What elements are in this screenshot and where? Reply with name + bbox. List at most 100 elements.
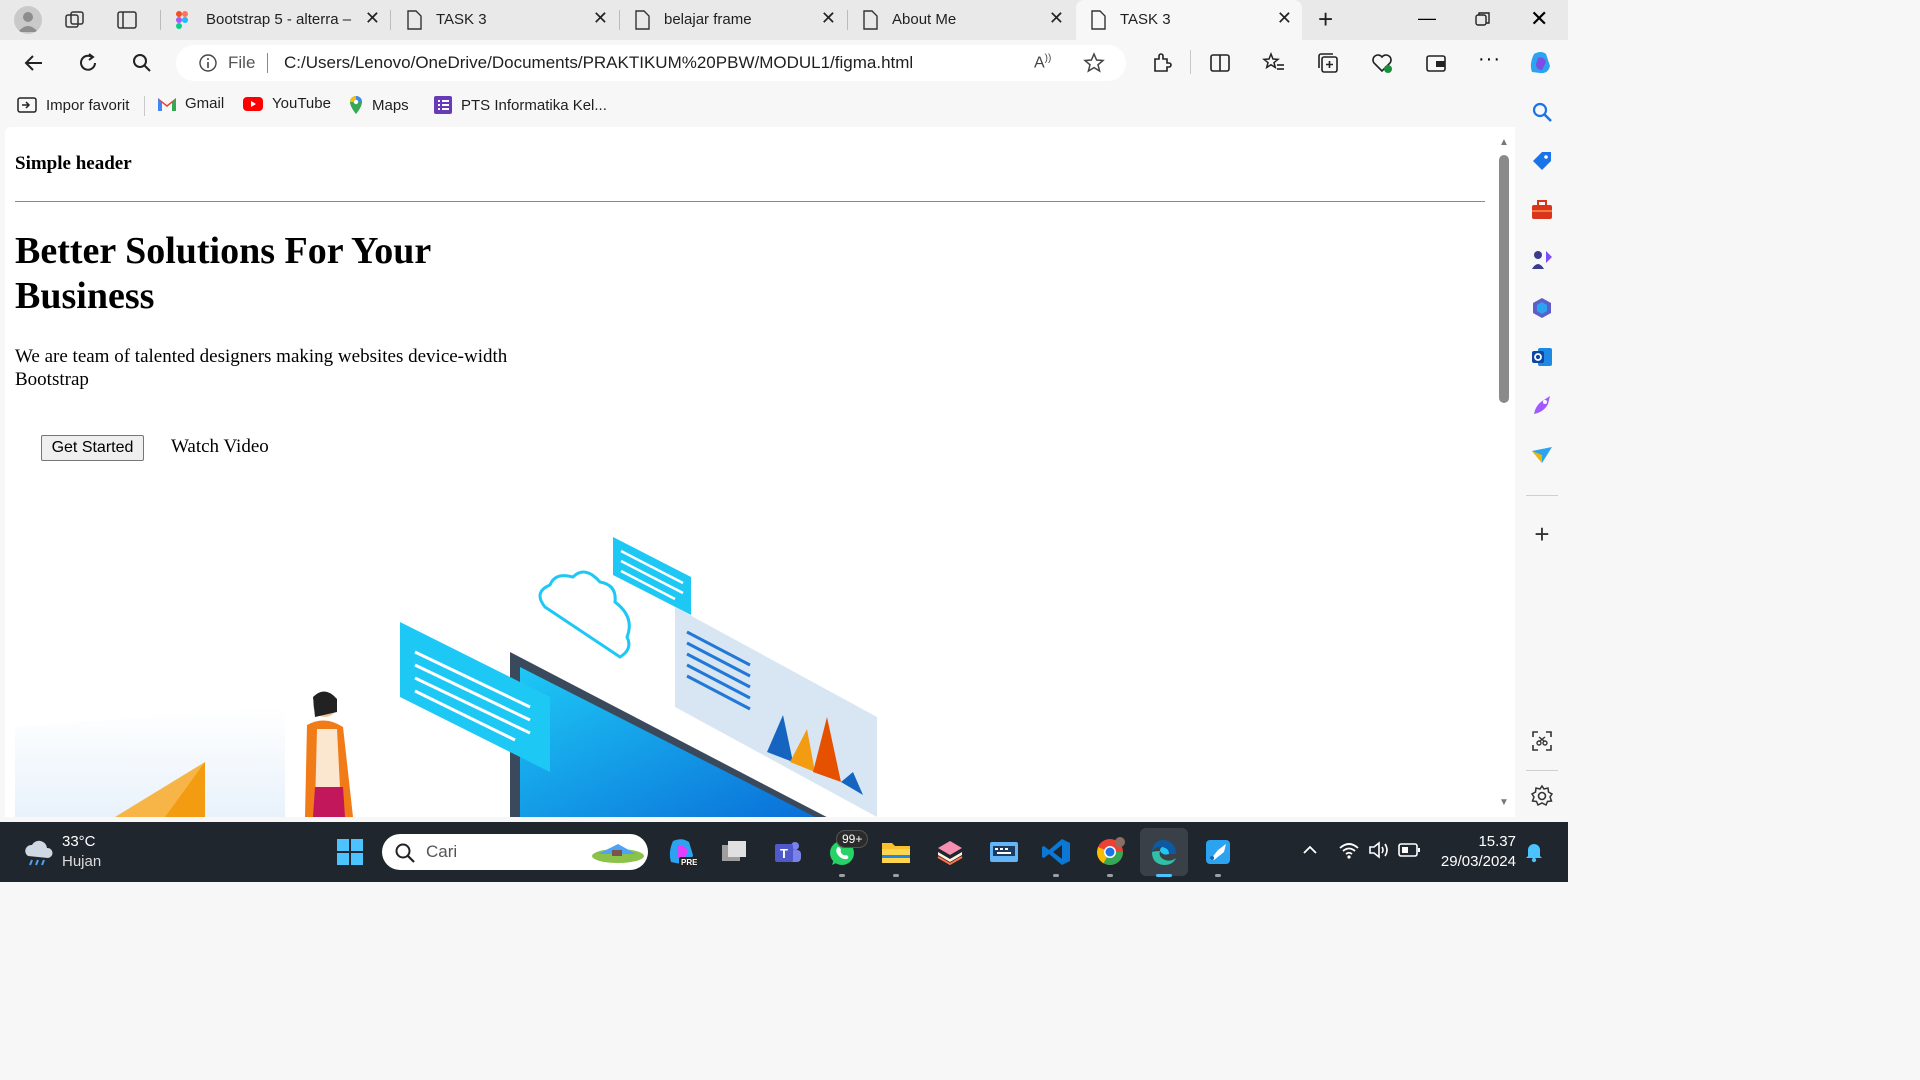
navigation-toolbar: File C:/Users/Lenovo/OneDrive/Documents/…	[0, 40, 1568, 85]
weather-temperature: 33°C	[62, 833, 96, 850]
more-options-icon[interactable]: ···	[1478, 48, 1501, 71]
gmail-icon	[157, 96, 177, 112]
url-text[interactable]: C:/Users/Lenovo/OneDrive/Documents/PRAKT…	[284, 53, 913, 73]
search-icon[interactable]	[130, 51, 154, 75]
show-hidden-icons-chevron-icon[interactable]	[1300, 840, 1320, 860]
file-explorer-icon[interactable]	[876, 832, 916, 872]
edge-icon[interactable]	[1144, 832, 1184, 872]
simple-header-title: Simple header	[15, 153, 132, 174]
keyboard-app-icon[interactable]	[984, 832, 1024, 872]
outlook-icon[interactable]	[1530, 345, 1554, 369]
file-icon	[406, 10, 422, 30]
info-icon[interactable]	[198, 53, 218, 73]
copilot-icon[interactable]	[1526, 48, 1556, 78]
designer-icon[interactable]	[1530, 394, 1554, 418]
favorites-icon[interactable]	[1262, 51, 1286, 75]
file-icon	[1090, 10, 1106, 30]
wallet-icon[interactable]	[1424, 51, 1448, 75]
send-icon[interactable]	[1530, 443, 1554, 467]
close-tab-icon[interactable]: ✕	[1049, 8, 1064, 29]
tab-title: TASK 3	[436, 11, 487, 28]
bookmark-pts-informatika[interactable]: PTS Informatika Kel...	[433, 95, 607, 115]
close-tab-icon[interactable]: ✕	[365, 8, 380, 29]
workspaces-icon[interactable]	[64, 9, 86, 31]
header-divider	[15, 201, 1485, 202]
paint-app-icon[interactable]	[1198, 832, 1238, 872]
sidebar-settings-icon[interactable]	[1530, 784, 1554, 808]
taskbar-search-box[interactable]: Cari	[382, 834, 648, 870]
weather-cloud-rain-icon[interactable]	[22, 838, 54, 866]
scroll-down-icon[interactable]: ▼	[1499, 797, 1509, 808]
tab-title: About Me	[892, 11, 957, 28]
get-started-button[interactable]: Get Started	[41, 435, 144, 461]
battery-icon[interactable]	[1398, 842, 1422, 858]
bookmark-maps[interactable]: Maps	[348, 95, 409, 115]
tab-title: Bootstrap 5 - alterra – F	[206, 11, 352, 28]
notification-bell-icon[interactable]	[1524, 841, 1544, 863]
refresh-icon[interactable]	[76, 51, 100, 75]
close-tab-icon[interactable]: ✕	[821, 8, 836, 29]
svg-text:T: T	[780, 846, 788, 861]
search-highlight-icon	[588, 840, 644, 864]
favorite-star-icon[interactable]	[1082, 51, 1106, 75]
minimize-icon[interactable]: —	[1418, 8, 1436, 29]
clock-time[interactable]: 15.37	[1430, 833, 1516, 850]
restore-icon[interactable]	[1474, 10, 1492, 28]
collections-icon[interactable]	[1316, 51, 1340, 75]
close-window-icon[interactable]: ✕	[1530, 6, 1548, 32]
watch-video-link[interactable]: Watch Video	[171, 436, 269, 458]
windows-taskbar: 33°C Hujan Cari PRE T 99+ 15.37 29/03/20…	[0, 822, 1568, 882]
bookmark-gmail[interactable]: Gmail	[157, 95, 224, 112]
microsoft365-icon[interactable]	[1530, 296, 1554, 320]
page-scrollbar[interactable]: ▲ ▼	[1496, 133, 1512, 813]
stack-app-icon[interactable]	[930, 832, 970, 872]
screenshot-icon[interactable]	[1530, 729, 1554, 753]
search-placeholder: Cari	[426, 842, 458, 861]
start-windows-icon[interactable]	[330, 832, 370, 872]
sidebar-search-icon[interactable]	[1530, 100, 1554, 124]
tab-title: belajar frame	[664, 11, 752, 28]
new-tab-icon[interactable]: +	[1318, 6, 1333, 32]
close-tab-icon[interactable]: ✕	[1277, 8, 1292, 29]
edge-active-indicator	[1156, 874, 1172, 877]
read-aloud-icon[interactable]: A))	[1034, 53, 1051, 72]
address-bar[interactable]: File C:/Users/Lenovo/OneDrive/Documents/…	[176, 45, 1126, 81]
task-view-icon[interactable]	[714, 832, 754, 872]
browser-essentials-icon[interactable]	[1370, 51, 1394, 75]
back-icon[interactable]	[22, 51, 46, 75]
weather-description: Hujan	[62, 853, 102, 870]
edge-sidebar: +	[1516, 86, 1568, 820]
tools-briefcase-icon[interactable]	[1530, 198, 1554, 222]
profile-avatar-icon[interactable]	[14, 6, 42, 34]
vscode-icon[interactable]	[1036, 832, 1076, 872]
split-screen-icon[interactable]	[1208, 51, 1232, 75]
volume-icon[interactable]	[1368, 840, 1390, 860]
close-tab-icon[interactable]: ✕	[593, 8, 608, 29]
scroll-up-icon[interactable]: ▲	[1499, 137, 1509, 148]
tab-task3-first[interactable]: TASK 3 ✕	[392, 0, 618, 40]
tab-actions-icon[interactable]	[116, 9, 138, 31]
tab-bootstrap-alterra[interactable]: Bootstrap 5 - alterra – F ✕	[162, 0, 390, 40]
tab-about-me[interactable]: About Me ✕	[848, 0, 1074, 40]
chrome-icon[interactable]	[1090, 832, 1130, 872]
scrollbar-thumb[interactable]	[1499, 155, 1509, 403]
tab-task3-active[interactable]: TASK 3 ✕	[1076, 0, 1302, 40]
import-favorites-icon	[16, 95, 38, 115]
maps-icon	[348, 95, 364, 115]
url-scheme-label: File	[228, 53, 256, 72]
extensions-icon[interactable]	[1150, 51, 1174, 75]
title-bar: Bootstrap 5 - alterra – F ✕ TASK 3 ✕ bel…	[0, 0, 1568, 40]
wifi-icon[interactable]	[1338, 840, 1360, 860]
add-sidebar-app-icon[interactable]: +	[1530, 521, 1554, 547]
clock-date[interactable]: 29/03/2024	[1430, 853, 1516, 870]
games-icon[interactable]	[1530, 247, 1554, 271]
tab-title: TASK 3	[1120, 11, 1171, 28]
bookmark-youtube[interactable]: YouTube	[242, 95, 331, 112]
shopping-tag-icon[interactable]	[1530, 149, 1554, 173]
copilot-pre-icon[interactable]: PRE	[662, 832, 702, 872]
hero-title: Better Solutions For Your Business	[15, 230, 431, 317]
tab-belajar-frame[interactable]: belajar frame ✕	[620, 0, 846, 40]
teams-icon[interactable]: T	[768, 832, 808, 872]
whatsapp-icon[interactable]: 99+	[822, 830, 869, 872]
bookmark-impor-favorit[interactable]: Impor favorit	[16, 95, 129, 115]
